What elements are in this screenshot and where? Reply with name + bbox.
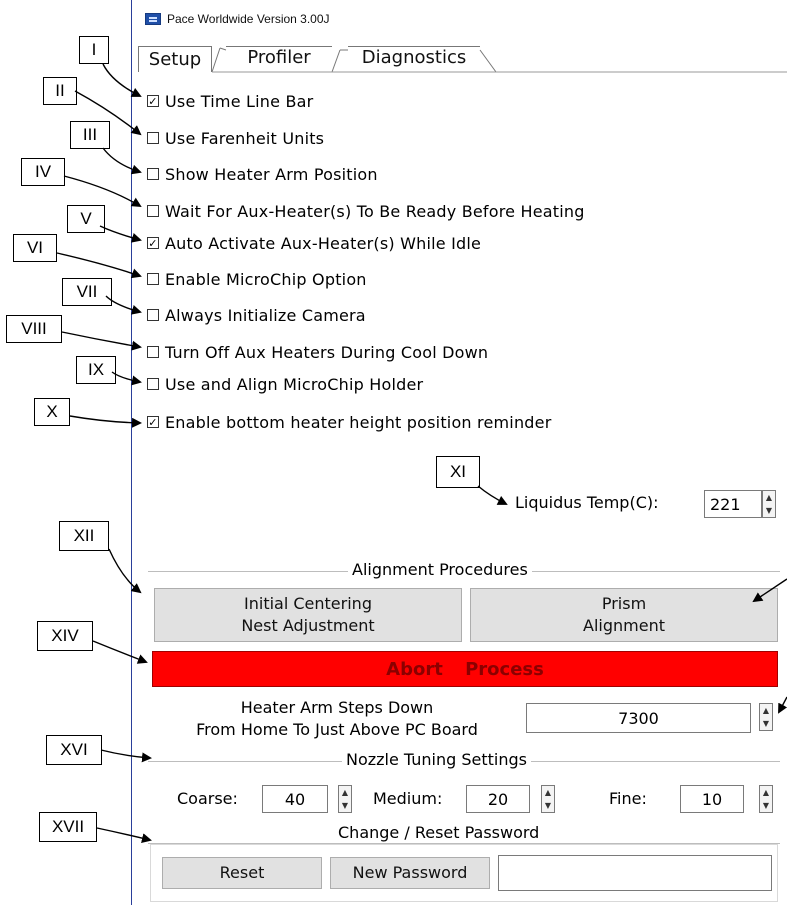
heater-steps-value: 7300 bbox=[618, 708, 659, 728]
coarse-input[interactable]: 40 bbox=[262, 785, 328, 813]
checkbox-unchecked[interactable] bbox=[147, 273, 159, 285]
spin-down-icon[interactable]: ▼ bbox=[763, 719, 769, 728]
option-label: Enable bottom heater height position rem… bbox=[165, 412, 552, 432]
annotation-label: VI bbox=[13, 234, 57, 262]
liquidus-temp-value: 221 bbox=[710, 494, 741, 514]
annotation-label: VIII bbox=[6, 315, 62, 343]
initial-centering-button[interactable]: Initial Centering Nest Adjustment bbox=[154, 588, 462, 642]
option-use-time-line-bar[interactable]: ✓ Use Time Line Bar bbox=[147, 89, 313, 113]
annotation-label: XII bbox=[59, 521, 109, 551]
annotation-label: IV bbox=[21, 158, 65, 186]
liquidus-spinner[interactable]: ▲ ▼ bbox=[762, 490, 776, 518]
heater-steps-input[interactable]: 7300 bbox=[526, 703, 751, 733]
fine-value: 10 bbox=[701, 789, 723, 809]
checkbox-unchecked[interactable] bbox=[147, 205, 159, 217]
option-label: Enable MicroChip Option bbox=[165, 269, 367, 289]
button-line: Initial Centering bbox=[244, 594, 372, 613]
option-use-farenheit-units[interactable]: Use Farenheit Units bbox=[147, 126, 324, 150]
annotation-label: II bbox=[43, 77, 77, 105]
window-left-border bbox=[131, 0, 132, 905]
heater-steps-spinner[interactable]: ▲ ▼ bbox=[759, 703, 773, 731]
option-label: Use Farenheit Units bbox=[165, 128, 325, 148]
checkbox-unchecked[interactable] bbox=[147, 346, 159, 358]
spin-up-icon[interactable]: ▲ bbox=[763, 706, 769, 715]
nozzle-group-title: Nozzle Tuning Settings bbox=[342, 750, 532, 769]
liquidus-temp-input[interactable]: 221 bbox=[704, 490, 762, 518]
fine-spinner[interactable]: ▲ ▼ bbox=[759, 785, 773, 813]
annotation-label: I bbox=[79, 36, 109, 64]
annotation-label: X bbox=[34, 398, 70, 426]
heater-steps-label: Heater Arm Steps Down From Home To Just … bbox=[147, 697, 527, 741]
alignment-group-title: Alignment Procedures bbox=[348, 560, 532, 579]
coarse-label: Coarse: bbox=[177, 789, 238, 808]
option-enable-microchip[interactable]: Enable MicroChip Option bbox=[147, 267, 367, 291]
spin-up-icon[interactable]: ▲ bbox=[766, 493, 772, 502]
checkbox-checked[interactable]: ✓ bbox=[147, 95, 159, 107]
password-group-title: Change / Reset Password bbox=[334, 823, 544, 842]
spin-down-icon[interactable]: ▼ bbox=[342, 801, 348, 810]
option-turn-off-aux-heaters[interactable]: Turn Off Aux Heaters During Cool Down bbox=[147, 340, 488, 364]
medium-value: 20 bbox=[487, 789, 509, 809]
annotation-label: XIV bbox=[37, 621, 93, 651]
option-show-heater-arm-position[interactable]: Show Heater Arm Position bbox=[147, 162, 378, 186]
medium-spinner[interactable]: ▲ ▼ bbox=[541, 785, 555, 813]
option-label: Auto Activate Aux-Heater(s) While Idle bbox=[165, 233, 482, 253]
fine-label: Fine: bbox=[609, 789, 647, 808]
annotation-label: XVII bbox=[39, 812, 97, 842]
option-label: Wait For Aux-Heater(s) To Be Ready Befor… bbox=[165, 201, 585, 221]
checkbox-unchecked[interactable] bbox=[147, 132, 159, 144]
spin-down-icon[interactable]: ▼ bbox=[763, 801, 769, 810]
button-line: Alignment bbox=[583, 616, 665, 635]
option-label: Use and Align MicroChip Holder bbox=[165, 374, 424, 394]
checkbox-checked[interactable]: ✓ bbox=[147, 416, 159, 428]
medium-input[interactable]: 20 bbox=[466, 785, 530, 813]
option-wait-for-aux-heaters[interactable]: Wait For Aux-Heater(s) To Be Ready Befor… bbox=[147, 199, 585, 223]
button-line: Prism bbox=[601, 594, 647, 613]
option-label: Turn Off Aux Heaters During Cool Down bbox=[165, 342, 489, 362]
annotation-label: VII bbox=[62, 278, 112, 306]
option-auto-activate-aux-heaters[interactable]: ✓ Auto Activate Aux-Heater(s) While Idle bbox=[147, 231, 481, 255]
annotation-label: IX bbox=[76, 356, 116, 384]
medium-label: Medium: bbox=[373, 789, 443, 808]
annotation-label: V bbox=[67, 205, 105, 233]
reset-password-button[interactable]: Reset bbox=[162, 857, 322, 889]
checkbox-unchecked[interactable] bbox=[147, 168, 159, 180]
new-password-button[interactable]: New Password bbox=[330, 857, 490, 889]
label-line: Heater Arm Steps Down bbox=[240, 698, 434, 717]
option-use-align-microchip-holder[interactable]: Use and Align MicroChip Holder bbox=[147, 372, 423, 396]
abort-process-button[interactable]: Abort Process bbox=[152, 651, 778, 687]
annotation-label: III bbox=[70, 121, 110, 149]
coarse-value: 40 bbox=[284, 789, 306, 809]
tab-slant-edges bbox=[211, 47, 787, 73]
option-label: Show Heater Arm Position bbox=[165, 164, 378, 184]
spin-up-icon[interactable]: ▲ bbox=[763, 788, 769, 797]
spin-down-icon[interactable]: ▼ bbox=[545, 801, 551, 810]
spin-up-icon[interactable]: ▲ bbox=[342, 788, 348, 797]
button-line: Nest Adjustment bbox=[241, 616, 375, 635]
password-group-line bbox=[148, 843, 780, 844]
label-line: From Home To Just Above PC Board bbox=[196, 720, 478, 739]
liquidus-temp-label: Liquidus Temp(C): bbox=[515, 493, 659, 512]
option-enable-bottom-heater-reminder[interactable]: ✓ Enable bottom heater height position r… bbox=[147, 410, 551, 434]
option-label: Always Initialize Camera bbox=[165, 305, 366, 325]
coarse-spinner[interactable]: ▲ ▼ bbox=[338, 785, 352, 813]
password-input[interactable] bbox=[498, 855, 772, 891]
annotation-label: XVI bbox=[46, 735, 102, 765]
spin-down-icon[interactable]: ▼ bbox=[766, 506, 772, 515]
checkbox-unchecked[interactable] bbox=[147, 378, 159, 390]
option-label: Use Time Line Bar bbox=[165, 91, 314, 111]
button-label: Reset bbox=[219, 863, 265, 882]
fine-input[interactable]: 10 bbox=[680, 785, 744, 813]
prism-alignment-button[interactable]: Prism Alignment bbox=[470, 588, 778, 642]
checkbox-checked[interactable]: ✓ bbox=[147, 237, 159, 249]
option-always-initialize-camera[interactable]: Always Initialize Camera bbox=[147, 303, 366, 327]
spin-up-icon[interactable]: ▲ bbox=[545, 788, 551, 797]
annotation-label: XI bbox=[436, 456, 480, 488]
checkbox-unchecked[interactable] bbox=[147, 309, 159, 321]
button-label: New Password bbox=[352, 863, 468, 882]
annotation-arrows bbox=[56, 63, 787, 843]
